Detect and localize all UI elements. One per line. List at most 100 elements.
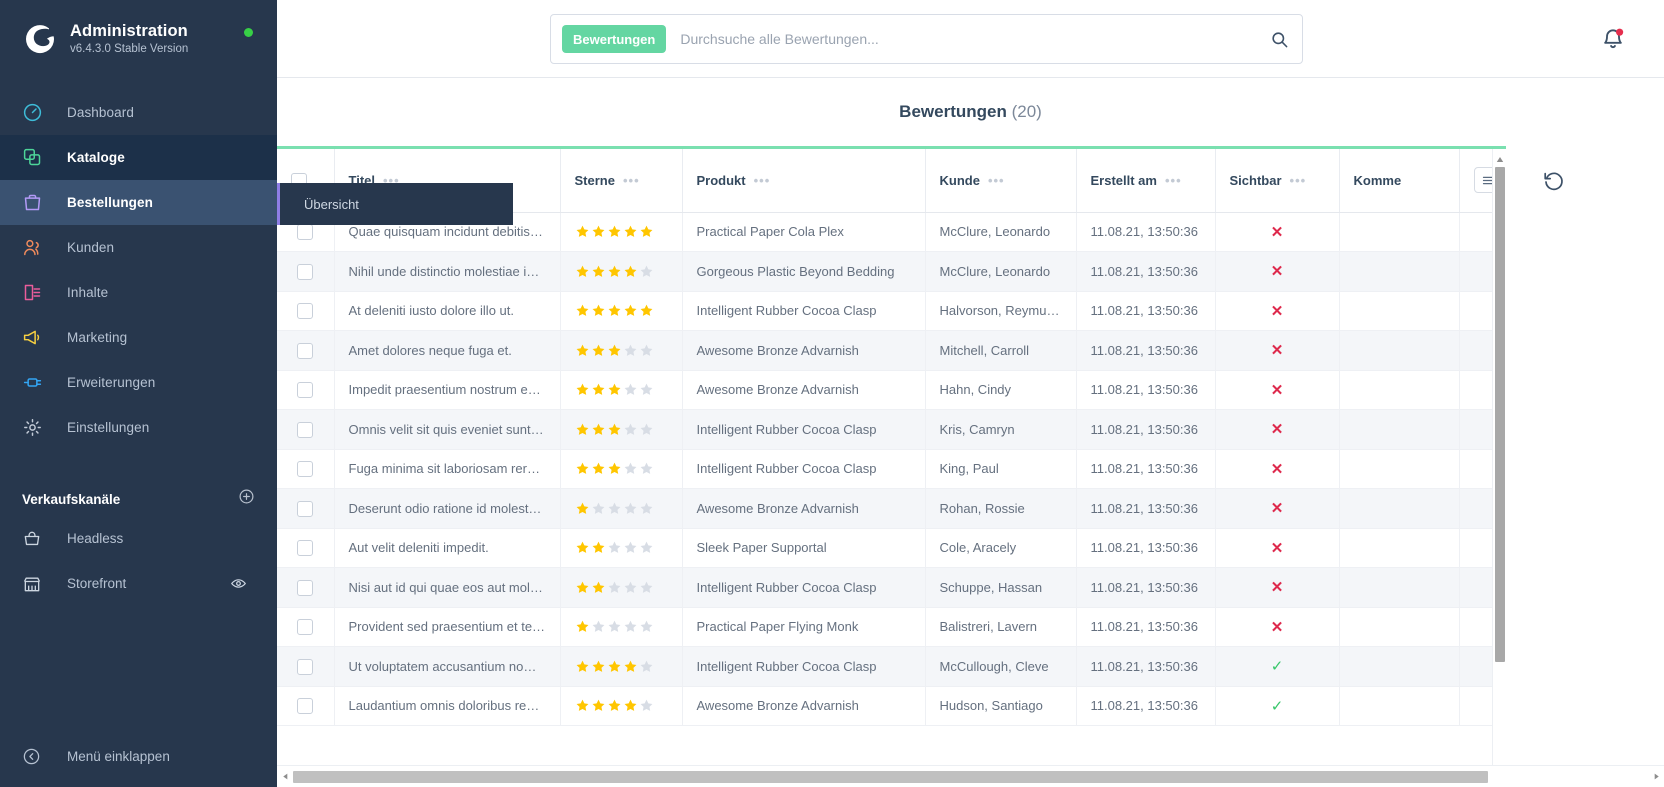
row-checkbox[interactable] bbox=[297, 461, 314, 478]
table-row[interactable]: Impedit praesentium nostrum e… Awesome Br… bbox=[277, 370, 1506, 410]
search-scope-tag[interactable]: Bewertungen bbox=[562, 25, 667, 53]
horizontal-scrollbar[interactable] bbox=[277, 765, 1664, 787]
star-rating bbox=[575, 224, 668, 239]
cell-customer: Halvorson, Reymundo bbox=[925, 291, 1077, 331]
row-select-cell[interactable] bbox=[277, 251, 335, 292]
table-row[interactable]: At deleniti iusto dolore illo ut. Intelli… bbox=[277, 291, 1506, 331]
cross-icon: ✕ bbox=[1270, 618, 1284, 636]
cell-product: Practical Paper Flying Monk bbox=[682, 607, 926, 647]
column-header-visible[interactable]: Sichtbar ••• bbox=[1215, 149, 1340, 213]
bell-icon[interactable] bbox=[1600, 26, 1626, 57]
column-header-comment[interactable]: Komme bbox=[1339, 149, 1460, 213]
sidebar-item-kataloge[interactable]: Kataloge bbox=[0, 135, 277, 180]
sidebar-item-einstellungen[interactable]: Einstellungen bbox=[0, 405, 277, 450]
scroll-left-arrow-icon[interactable] bbox=[277, 772, 293, 781]
table-row[interactable]: Fuga minima sit laboriosam rer… Intellige… bbox=[277, 449, 1506, 489]
search-input[interactable] bbox=[680, 15, 1256, 63]
sidebar-item-inhalte[interactable]: Inhalte bbox=[0, 270, 277, 315]
sidebar-item-kunden[interactable]: Kunden bbox=[0, 225, 277, 270]
sales-channels-title: Verkaufskanäle bbox=[22, 491, 121, 507]
column-header-customer[interactable]: Kunde ••• bbox=[925, 149, 1077, 213]
row-checkbox[interactable] bbox=[297, 619, 314, 636]
sidebar-item-label: Erweiterungen bbox=[67, 375, 156, 390]
table-row[interactable]: Provident sed praesentium et te… Practica… bbox=[277, 607, 1506, 647]
cell-customer: Rohan, Rossie bbox=[925, 488, 1077, 529]
row-select-cell[interactable] bbox=[277, 488, 335, 529]
column-header-created[interactable]: Erstellt am ••• bbox=[1076, 149, 1216, 213]
eye-icon[interactable] bbox=[230, 575, 247, 597]
three-dots-icon[interactable]: ••• bbox=[623, 173, 640, 188]
horizontal-scrollbar-thumb[interactable] bbox=[293, 770, 1488, 783]
table-row[interactable]: Ut voluptatem accusantium no… Intelligent… bbox=[277, 646, 1506, 687]
cell-comment bbox=[1339, 330, 1460, 371]
row-checkbox[interactable] bbox=[297, 500, 314, 517]
sidebar-brand[interactable]: Administration v6.4.3.0 Stable Version bbox=[0, 0, 277, 78]
flyout-item-uebersicht[interactable]: Übersicht bbox=[280, 197, 359, 212]
row-checkbox[interactable] bbox=[297, 263, 314, 280]
table-row[interactable]: Nihil unde distinctio molestiae i… Gorgeo… bbox=[277, 251, 1506, 292]
plus-circle-icon[interactable] bbox=[238, 488, 255, 510]
cell-title: Laudantium omnis doloribus re… bbox=[334, 686, 561, 726]
row-checkbox[interactable] bbox=[297, 421, 314, 438]
sidebar-item-label: Marketing bbox=[67, 330, 128, 345]
cell-customer: McClure, Leonardo bbox=[925, 251, 1077, 292]
row-select-cell[interactable] bbox=[277, 291, 335, 331]
row-select-cell[interactable] bbox=[277, 686, 335, 726]
reviews-table: Titel ••• Sterne ••• Produkt ••• Kunde ••• bbox=[277, 149, 1506, 726]
cell-created: 11.08.21, 13:50:36 bbox=[1076, 409, 1216, 450]
three-dots-icon[interactable]: ••• bbox=[988, 173, 1005, 188]
table-row[interactable]: Nisi aut id qui quae eos aut mol… Intelli… bbox=[277, 567, 1506, 608]
table-row[interactable]: Laudantium omnis doloribus re… Awesome Br… bbox=[277, 686, 1506, 726]
row-select-cell[interactable] bbox=[277, 330, 335, 371]
row-select-cell[interactable] bbox=[277, 567, 335, 608]
star-rating bbox=[575, 422, 668, 437]
row-checkbox[interactable] bbox=[297, 540, 314, 557]
row-select-cell[interactable] bbox=[277, 607, 335, 647]
sidebar-item-bestellungen[interactable]: Bestellungen bbox=[0, 180, 277, 225]
row-checkbox[interactable] bbox=[297, 698, 314, 715]
cell-title: Deserunt odio ratione id molest… bbox=[334, 488, 561, 529]
row-checkbox[interactable] bbox=[297, 579, 314, 596]
sidebar-item-erweiterungen[interactable]: Erweiterungen bbox=[0, 360, 277, 405]
table-row[interactable]: Omnis velit sit quis eveniet sunt… Intell… bbox=[277, 409, 1506, 450]
star-rating bbox=[575, 303, 668, 318]
horizontal-scrollbar-track[interactable] bbox=[293, 770, 1648, 783]
cell-comment bbox=[1339, 646, 1460, 687]
row-checkbox[interactable] bbox=[297, 303, 314, 320]
column-header-product[interactable]: Produkt ••• bbox=[682, 149, 926, 213]
sidebar-item-dashboard[interactable]: Dashboard bbox=[0, 90, 277, 135]
table-row[interactable]: Deserunt odio ratione id molest… Awesome … bbox=[277, 488, 1506, 529]
row-select-cell[interactable] bbox=[277, 370, 335, 410]
cell-stars bbox=[560, 488, 683, 529]
sidebar-item-marketing[interactable]: Marketing bbox=[0, 315, 277, 360]
row-select-cell[interactable] bbox=[277, 528, 335, 568]
vertical-scrollbar[interactable] bbox=[1492, 149, 1506, 787]
row-checkbox[interactable] bbox=[297, 382, 314, 399]
scroll-right-arrow-icon[interactable] bbox=[1648, 772, 1664, 781]
row-select-cell[interactable] bbox=[277, 646, 335, 687]
row-checkbox[interactable] bbox=[297, 224, 314, 241]
sidebar-channel-headless[interactable]: Headless bbox=[0, 516, 277, 561]
three-dots-icon[interactable]: ••• bbox=[1290, 173, 1307, 188]
extensions-icon bbox=[22, 372, 52, 393]
sidebar-channel-storefront[interactable]: Storefront bbox=[0, 561, 277, 606]
topbar: Bewertungen bbox=[277, 0, 1664, 78]
sidebar-collapse-menu[interactable]: Menü einklappen bbox=[0, 725, 277, 787]
search-icon[interactable] bbox=[1256, 30, 1302, 49]
column-header-stars[interactable]: Sterne ••• bbox=[560, 149, 683, 213]
three-dots-icon[interactable]: ••• bbox=[1165, 173, 1182, 188]
row-checkbox[interactable] bbox=[297, 658, 314, 675]
cell-stars bbox=[560, 251, 683, 292]
row-select-cell[interactable] bbox=[277, 449, 335, 489]
global-search[interactable]: Bewertungen bbox=[550, 14, 1303, 64]
three-dots-icon[interactable]: ••• bbox=[754, 173, 771, 188]
data-grid-scroll: Titel ••• Sterne ••• Produkt ••• Kunde ••• bbox=[277, 149, 1506, 787]
table-row[interactable]: Aut velit deleniti impedit. Sleek Paper S… bbox=[277, 528, 1506, 568]
row-select-cell[interactable] bbox=[277, 409, 335, 450]
table-row[interactable]: Amet dolores neque fuga et. Awesome Bronz… bbox=[277, 330, 1506, 371]
row-checkbox[interactable] bbox=[297, 342, 314, 359]
cell-created: 11.08.21, 13:50:36 bbox=[1076, 646, 1216, 687]
refresh-icon[interactable] bbox=[1542, 169, 1566, 198]
vertical-scrollbar-thumb[interactable] bbox=[1495, 167, 1505, 662]
marketing-icon bbox=[22, 327, 52, 348]
